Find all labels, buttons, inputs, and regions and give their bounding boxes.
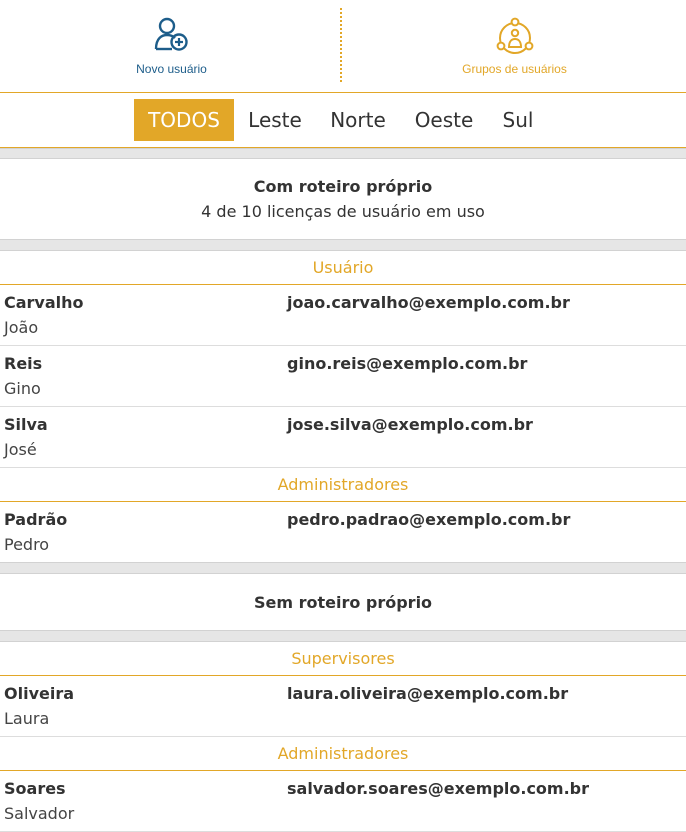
tab-norte[interactable]: Norte [324, 99, 392, 141]
group-header-usuario: Usuário [0, 251, 686, 285]
user-row[interactable]: Carvalho João joao.carvalho@exemplo.com.… [0, 285, 686, 346]
user-first-name: Salvador [4, 804, 75, 823]
section-header-sem-roteiro: Sem roteiro próprio [0, 593, 686, 612]
tab-todos[interactable]: TODOS [134, 99, 234, 141]
user-last-name: Soares [4, 779, 66, 798]
section-title: Sem roteiro próprio [253, 593, 433, 612]
section-separator [0, 562, 686, 574]
section-separator [0, 148, 686, 159]
section-title: Com roteiro próprio [253, 177, 433, 196]
group-header-administradores: Administradores [0, 468, 686, 502]
user-first-name: Laura [4, 709, 50, 728]
user-row[interactable]: Silva José jose.silva@exemplo.com.br [0, 407, 686, 468]
tab-sul[interactable]: Sul [496, 99, 540, 141]
user-first-name: Pedro [4, 535, 50, 554]
user-last-name: Carvalho [4, 293, 84, 312]
user-last-name: Silva [4, 415, 48, 434]
group-header-supervisores: Supervisores [0, 642, 686, 676]
license-usage-text: 4 de 10 licenças de usuário em uso [201, 202, 485, 221]
user-first-name: José [4, 440, 37, 459]
user-row[interactable]: Oliveira Laura laura.oliveira@exemplo.co… [0, 676, 686, 737]
toolbar: Novo usuário Grupos de usuários [0, 0, 686, 92]
user-email: pedro.padrao@exemplo.com.br [287, 510, 571, 529]
user-email: joao.carvalho@exemplo.com.br [287, 293, 570, 312]
region-tabs: TODOS Leste Norte Oeste Sul [0, 92, 686, 148]
section-separator [0, 630, 686, 642]
user-last-name: Padrão [4, 510, 68, 529]
user-first-name: João [4, 318, 39, 337]
toolbar-divider [340, 8, 342, 82]
new-user-label: Novo usuário [136, 62, 207, 76]
section-separator [0, 239, 686, 251]
tab-leste[interactable]: Leste [244, 99, 306, 141]
user-row[interactable]: Soares Salvador salvador.soares@exemplo.… [0, 771, 686, 832]
user-row[interactable]: Padrão Pedro pedro.padrao@exemplo.com.br [0, 502, 686, 563]
user-group-icon [496, 17, 533, 54]
new-user-button[interactable]: Novo usuário [0, 0, 343, 92]
user-groups-button[interactable]: Grupos de usuários [343, 0, 686, 92]
group-header-administradores: Administradores [0, 737, 686, 771]
user-row[interactable]: Reis Gino gino.reis@exemplo.com.br [0, 346, 686, 407]
add-user-icon [154, 17, 188, 51]
user-groups-label: Grupos de usuários [462, 62, 567, 76]
section-header-com-roteiro: Com roteiro próprio 4 de 10 licenças de … [0, 177, 686, 221]
user-first-name: Gino [4, 379, 41, 398]
user-last-name: Reis [4, 354, 43, 373]
user-email: jose.silva@exemplo.com.br [287, 415, 533, 434]
user-email: laura.oliveira@exemplo.com.br [287, 684, 569, 703]
user-email: gino.reis@exemplo.com.br [287, 354, 528, 373]
user-email: salvador.soares@exemplo.com.br [287, 779, 590, 798]
tab-oeste[interactable]: Oeste [410, 99, 478, 141]
user-last-name: Oliveira [4, 684, 75, 703]
